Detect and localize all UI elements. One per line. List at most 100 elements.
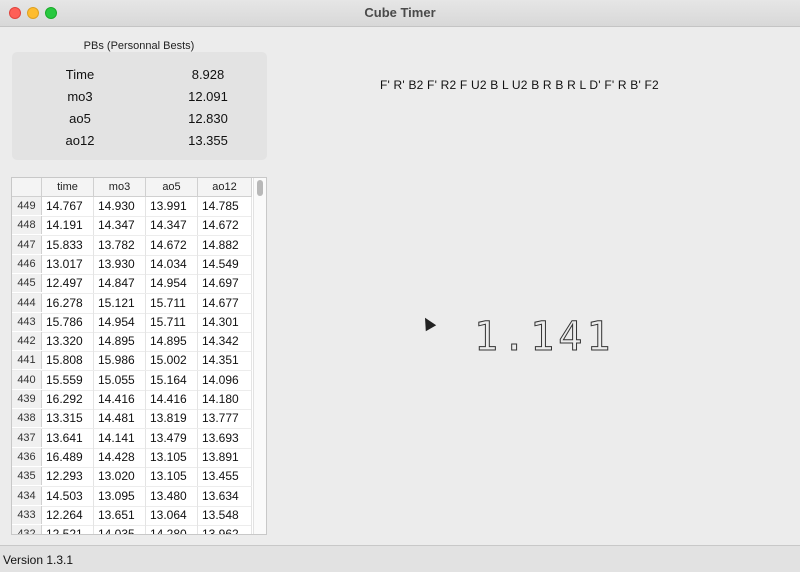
mo3-cell: 14.847 [94,274,146,294]
row-index: 448 [12,216,42,235]
ao5-cell: 13.064 [146,505,198,525]
table-row[interactable]: 437 13.641 14.141 13.479 13.693 [12,428,252,449]
ao12-cell: 14.785 [198,197,252,216]
pb-row-ao12: ao12 13.355 [12,130,267,152]
mo3-cell: 14.895 [94,332,146,352]
ao12-cell: 14.672 [198,216,252,236]
ao12-cell: 13.777 [198,409,252,429]
pb-value: 13.355 [188,133,228,148]
table-header: time mo3 ao5 ao12 [12,178,252,197]
ao12-cell: 14.697 [198,274,252,294]
mo3-cell: 14.035 [94,525,146,534]
table-row[interactable]: 440 15.559 15.055 15.164 14.096 [12,370,252,391]
row-index: 436 [12,447,42,466]
table-row[interactable]: 434 14.503 13.095 13.480 13.634 [12,486,252,507]
table-row[interactable]: 439 16.292 14.416 14.416 14.180 [12,390,252,410]
mo3-cell: 14.416 [94,390,146,409]
time-cell: 14.767 [42,197,94,216]
table-row[interactable]: 433 12.264 13.651 13.064 13.548 [12,505,252,526]
table-row[interactable]: 432 12.521 14.035 14.280 13.962 [12,525,252,534]
mo3-cell: 13.651 [94,505,146,525]
ao5-cell: 15.711 [146,293,198,313]
pb-row-time: Time 8.928 [12,64,267,86]
row-index: 433 [12,505,42,524]
time-cell: 16.489 [42,447,94,467]
index-column-header [12,178,42,196]
window-title: Cube Timer [364,5,436,20]
table-row[interactable]: 449 14.767 14.930 13.991 14.785 [12,197,252,217]
version-label: Version 1.3.1 [3,553,74,567]
table-row[interactable]: 442 13.320 14.895 14.895 14.342 [12,332,252,353]
column-header-ao5[interactable]: ao5 [146,178,198,196]
ao5-cell: 14.954 [146,274,198,294]
table-row[interactable]: 441 15.808 15.986 15.002 14.351 [12,351,252,372]
vertical-scrollbar[interactable] [253,178,266,534]
row-index: 444 [12,293,42,312]
ao5-cell: 13.991 [146,197,198,216]
table-row[interactable]: 436 16.489 14.428 13.105 13.891 [12,447,252,468]
ao5-cell: 15.164 [146,370,198,390]
time-cell: 16.278 [42,293,94,313]
pb-label: ao12 [65,133,95,148]
mo3-cell: 13.782 [94,235,146,255]
time-cell: 13.320 [42,332,94,352]
ao5-cell: 14.347 [146,216,198,236]
ao5-cell: 15.711 [146,312,198,332]
table-row[interactable]: 444 16.278 15.121 15.711 14.677 [12,293,252,314]
ao12-cell: 14.351 [198,351,252,371]
row-index: 434 [12,486,42,505]
ao5-cell: 15.002 [146,351,198,371]
column-header-ao12[interactable]: ao12 [198,178,252,196]
table-row[interactable]: 447 15.833 13.782 14.672 14.882 [12,235,252,256]
pb-row-mo3: mo3 12.091 [12,86,267,108]
pb-value: 12.091 [188,89,228,104]
row-index: 441 [12,351,42,370]
timer-display: 1.141 [473,314,615,361]
ao12-cell: 14.677 [198,293,252,313]
ao5-cell: 14.416 [146,390,198,409]
column-header-mo3[interactable]: mo3 [94,178,146,196]
table-row[interactable]: 443 15.786 14.954 15.711 14.301 [12,312,252,333]
table-row[interactable]: 446 13.017 13.930 14.034 14.549 [12,254,252,275]
ao5-cell: 14.034 [146,254,198,274]
ao12-cell: 14.301 [198,312,252,332]
pb-value: 12.830 [188,111,228,126]
table-row[interactable]: 448 14.191 14.347 14.347 14.672 [12,216,252,237]
ao5-cell: 14.672 [146,235,198,255]
row-index: 440 [12,370,42,389]
time-cell: 13.017 [42,254,94,274]
ao12-cell: 13.693 [198,428,252,448]
ao5-cell: 13.819 [146,409,198,429]
row-index: 447 [12,235,42,254]
mo3-cell: 15.055 [94,370,146,390]
ao5-cell: 13.480 [146,486,198,506]
table-row[interactable]: 438 13.315 14.481 13.819 13.777 [12,409,252,430]
time-cell: 12.497 [42,274,94,294]
table-row[interactable]: 445 12.497 14.847 14.954 14.697 [12,274,252,295]
time-cell: 14.191 [42,216,94,236]
solves-table[interactable]: time mo3 ao5 ao12 449 14.767 14.930 13.991 1… [11,177,267,535]
pb-panel: Time 8.928 mo3 12.091 ao5 12.830 ao12 13… [12,52,267,160]
mo3-cell: 13.930 [94,254,146,274]
table-row[interactable]: 435 12.293 13.020 13.105 13.455 [12,467,252,488]
ao12-cell: 14.096 [198,370,252,390]
column-header-time[interactable]: time [42,178,94,196]
mo3-cell: 13.095 [94,486,146,506]
mo3-cell: 14.954 [94,312,146,332]
mo3-cell: 15.121 [94,293,146,313]
time-cell: 15.559 [42,370,94,390]
time-cell: 15.786 [42,312,94,332]
title-bar: Cube Timer [0,0,800,27]
row-index: 449 [12,197,42,215]
ao12-cell: 14.180 [198,390,252,409]
pb-label: ao5 [69,111,91,126]
ao5-cell: 13.105 [146,447,198,467]
ao12-cell: 13.548 [198,505,252,525]
ao5-cell: 14.280 [146,525,198,534]
pb-value: 8.928 [191,67,225,82]
row-index: 437 [12,428,42,447]
row-index: 446 [12,254,42,273]
pb-title: PBs (Personnal Bests) [83,40,195,52]
status-bar: Version 1.3.1 [0,545,800,572]
scrollbar-thumb[interactable] [257,180,263,196]
